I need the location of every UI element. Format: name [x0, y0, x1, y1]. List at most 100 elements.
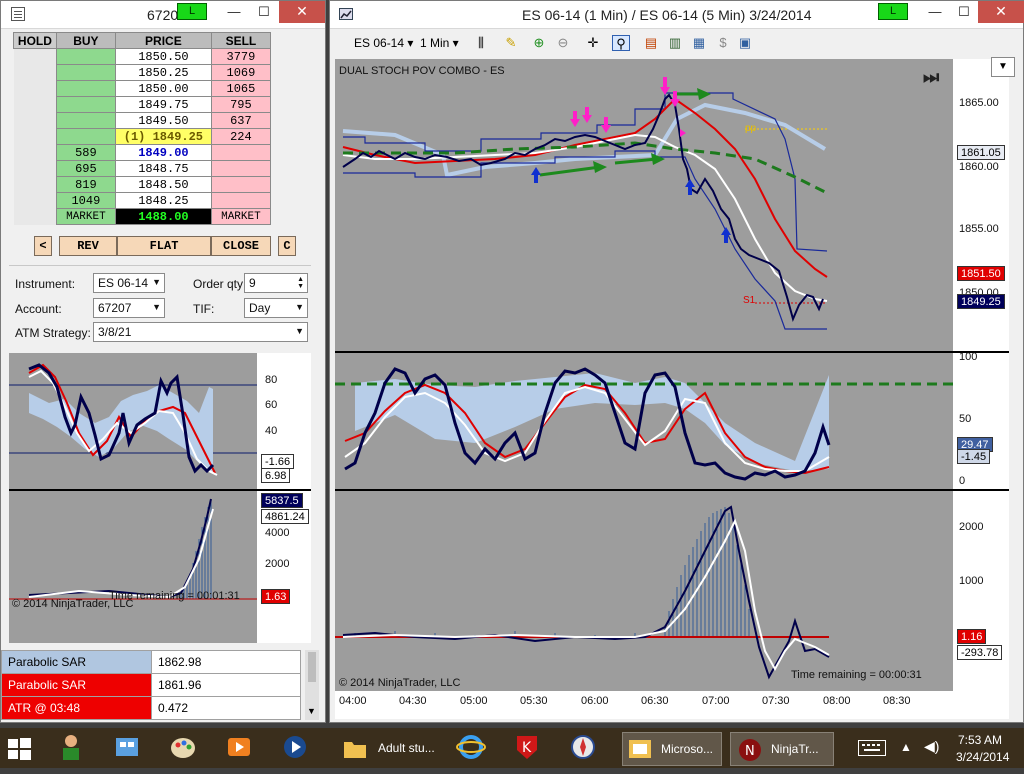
ladder-price-cell: 1848.75 — [114, 160, 212, 177]
taskbar-kaspersky[interactable]: K — [512, 732, 556, 766]
ladder-sell-cell[interactable] — [210, 144, 272, 161]
instrument-selector[interactable]: ES 06-14 ▾ — [354, 36, 413, 50]
properties-icon[interactable]: ▣ — [736, 35, 754, 51]
stoch-chart-plot — [335, 367, 953, 481]
axis-tick-label: 80 — [265, 374, 278, 386]
spinner-icon[interactable]: ▲ ▼ — [297, 276, 304, 290]
price-axis: 1865.00 1860.00 1855.00 1850.00 1861.05 … — [953, 59, 1009, 351]
scroll-up-button[interactable]: ▼ — [991, 57, 1015, 77]
crosshair-icon[interactable]: ✛ — [584, 35, 602, 51]
taskbar-media-player[interactable] — [224, 732, 268, 766]
close-position-button[interactable]: CLOSE — [211, 236, 271, 256]
value-tag: 5837.5 — [261, 493, 303, 508]
taskbar-internet-explorer[interactable] — [456, 732, 500, 766]
skip-to-end-icon[interactable]: ⏭ — [923, 67, 939, 88]
left-stoch-axis: 80 60 40 -1.66 6.98 — [257, 353, 311, 489]
market-sell-button[interactable]: MARKET — [210, 208, 272, 225]
order-qty-stepper[interactable]: 9 ▲ ▼ — [244, 273, 308, 293]
ladder-buy-cell[interactable] — [55, 128, 116, 145]
clock-date[interactable]: 3/24/2014 — [956, 750, 1009, 764]
ladder-buy-cell[interactable]: 819 — [55, 176, 116, 193]
back-button[interactable]: < — [34, 236, 52, 256]
market-buy-button[interactable]: MARKET — [55, 208, 116, 225]
rev-button[interactable]: REV — [59, 236, 117, 256]
taskbar-control-panel[interactable] — [112, 732, 156, 766]
compass-icon — [571, 735, 595, 759]
start-button[interactable] — [6, 732, 44, 766]
stoch-axis: 100 50 0 29.47 -1.45 — [953, 351, 1009, 489]
chevron-down-icon[interactable]: ▼ — [307, 706, 316, 716]
hold-header[interactable]: HOLD — [13, 32, 57, 49]
ladder-sell-cell[interactable]: 3779 — [210, 48, 272, 65]
value-tag: 6.98 — [261, 468, 291, 483]
data-box-icon[interactable]: ▤ — [642, 35, 660, 51]
account-select[interactable]: 67207 ▼ — [93, 298, 165, 318]
ladder-buy-cell[interactable]: 1049 — [55, 192, 116, 209]
taskbar-windows-media[interactable] — [280, 732, 324, 766]
atm-strategy-value: 3/8/21 — [98, 325, 132, 339]
interval-selector[interactable]: 1 Min ▾ — [420, 36, 459, 50]
account-value: 67207 — [98, 301, 132, 315]
indicators-icon[interactable]: ▥ — [666, 35, 684, 51]
zoom-in-icon[interactable]: ⊕ — [530, 35, 548, 51]
axis-tick-label: 40 — [265, 425, 278, 437]
axis-tick-label: 1000 — [959, 575, 984, 587]
table-scrollbar[interactable]: ▼ — [305, 650, 319, 720]
status-badge: L — [177, 3, 207, 20]
ladder-buy-cell[interactable] — [55, 48, 116, 65]
price-header: PRICE — [114, 32, 212, 49]
flat-button[interactable]: FLAT — [117, 236, 211, 256]
tif-select[interactable]: Day ▼ — [244, 298, 308, 318]
ladder-buy-cell[interactable] — [55, 96, 116, 113]
taskbar-app-compass[interactable] — [568, 732, 612, 766]
taskbar-user-app[interactable] — [56, 732, 100, 766]
taskbar-explorer[interactable]: Adult stu... — [336, 732, 446, 766]
pencil-icon[interactable]: ✎ — [502, 35, 520, 51]
close-button[interactable]: ✕ — [978, 1, 1024, 23]
ladder-buy-cell[interactable] — [55, 64, 116, 81]
strategies-icon[interactable]: ▦ — [690, 35, 708, 51]
ladder-buy-cell[interactable] — [55, 112, 116, 129]
taskbar-paint[interactable] — [168, 732, 212, 766]
ladder-bid-price-cell: 1849.00 — [114, 144, 212, 161]
axis-tick-label: 100 — [959, 351, 978, 363]
chart-titlebar: ES 06-14 (1 Min) / ES 06-14 (5 Min) 3/24… — [330, 1, 1024, 29]
keyboard-icon[interactable] — [858, 740, 886, 756]
ladder-sell-cell[interactable]: 1065 — [210, 80, 272, 97]
zoom-out-icon[interactable]: ⊖ — [554, 35, 572, 51]
atm-strategy-select[interactable]: 3/8/21 ▼ — [93, 322, 308, 342]
tray-expand-icon[interactable]: ▲ — [900, 740, 912, 754]
money-icon[interactable]: $ — [714, 35, 732, 51]
search-icon[interactable]: ⚲ — [612, 35, 630, 51]
maximize-button[interactable]: ☐ — [949, 1, 979, 25]
maximize-button[interactable]: ☐ — [249, 1, 279, 25]
ladder-sell-cell[interactable]: 224 — [210, 128, 272, 145]
time-tick-label: 05:00 — [460, 695, 488, 707]
axis-tick-label: 1855.00 — [959, 223, 999, 235]
stoch-panel — [335, 353, 953, 489]
ladder-sell-cell[interactable] — [210, 160, 272, 177]
superdom-window: 6720 L — ☐ ✕ HOLD BUY PRICE SELL 1850.50… — [0, 0, 326, 723]
taskbar-powerpoint[interactable]: Microso... — [622, 732, 722, 766]
ladder-sell-cell[interactable]: 795 — [210, 96, 272, 113]
indicator-value: 1861.96 — [151, 673, 301, 697]
speaker-icon[interactable]: ◀) — [924, 738, 939, 755]
clock-time[interactable]: 7:53 AM — [958, 733, 1002, 747]
ladder-sell-cell[interactable]: 637 — [210, 112, 272, 129]
minimize-button[interactable]: — — [920, 1, 950, 25]
instrument-select[interactable]: ES 06-14 ▼ — [93, 273, 165, 293]
ladder-sell-cell[interactable] — [210, 192, 272, 209]
c-button[interactable]: C — [278, 236, 296, 256]
ladder-sell-cell[interactable]: 1069 — [210, 64, 272, 81]
ladder-buy-cell[interactable] — [55, 80, 116, 97]
ladder-sell-cell[interactable] — [210, 176, 272, 193]
minimize-button[interactable]: — — [219, 1, 249, 25]
bar-type-icon[interactable]: ⫼ — [472, 35, 490, 51]
stoch-envelope — [355, 373, 829, 471]
ladder-buy-cell[interactable]: 695 — [55, 160, 116, 177]
indicator-label: DUAL STOCH POV COMBO - ES — [339, 65, 505, 77]
time-tick-label: 04:00 — [339, 695, 367, 707]
ladder-buy-cell[interactable]: 589 — [55, 144, 116, 161]
close-button[interactable]: ✕ — [279, 1, 325, 23]
taskbar-ninjatrader[interactable]: N NinjaTr... — [730, 732, 834, 766]
